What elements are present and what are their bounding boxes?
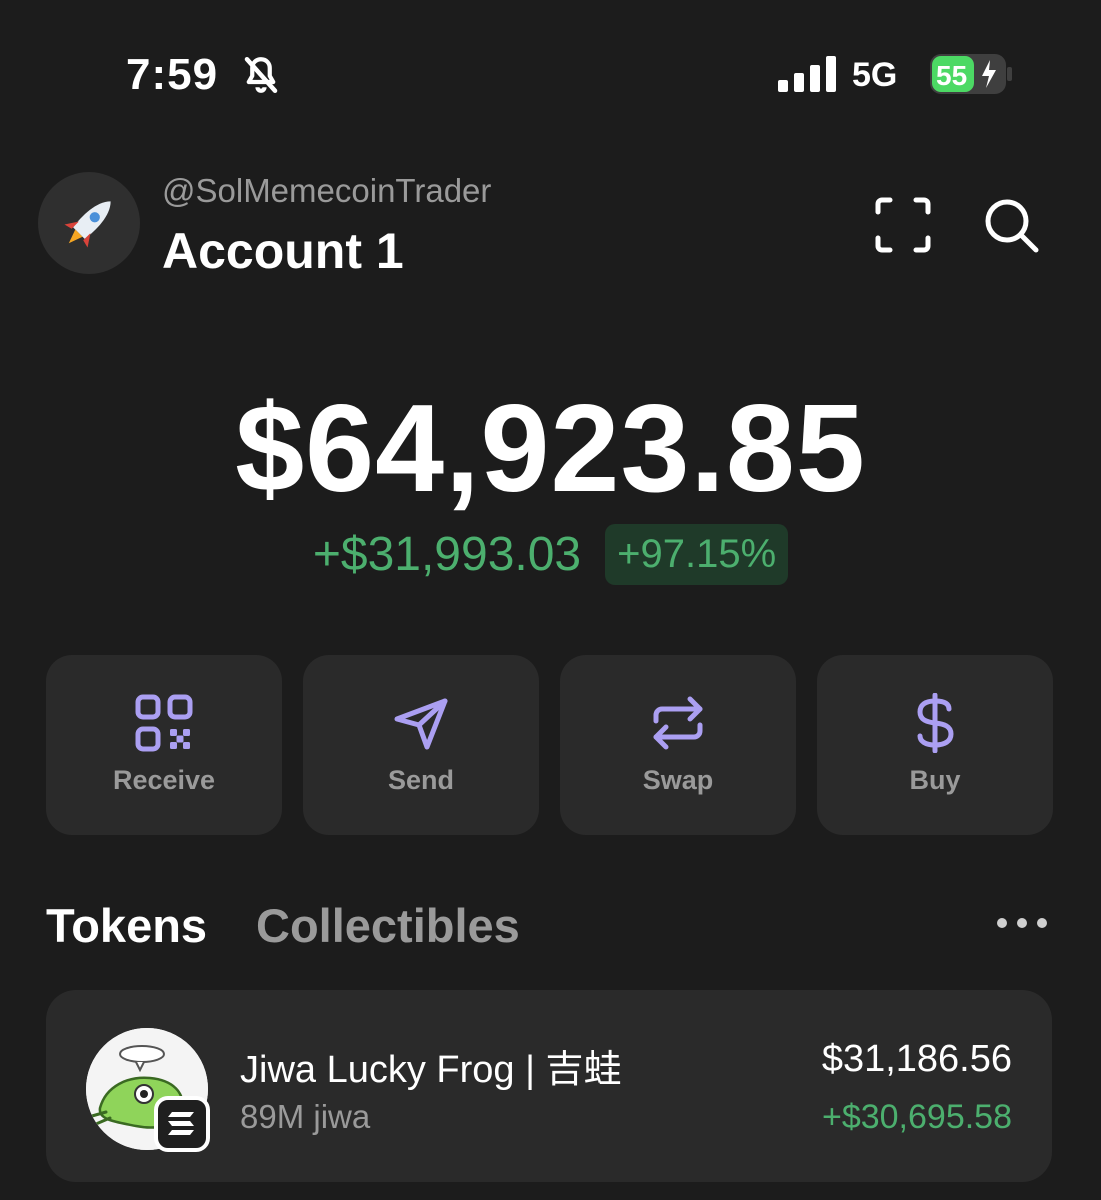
battery-charging-icon: 55 [930,54,1012,94]
send-label: Send [387,765,454,795]
wallet-screen: 7:59 5G 55 @SolMemecoinTrader Account 1 … [0,0,1101,1200]
send-icon [394,698,448,750]
account-handle[interactable]: @SolMemecoinTrader [162,172,491,210]
receive-label: Receive [112,765,216,795]
search-icon[interactable] [980,194,1042,256]
token-name: Jiwa Lucky Frog | 吉蛙 [240,1049,622,1091]
rocket-icon [64,201,111,248]
balance-change-amount: +$31,993.03 [312,528,582,581]
battery-level: 55 [936,60,967,91]
token-change: +$30,695.58 [821,1098,1012,1136]
account-name[interactable]: Account 1 [162,222,404,280]
more-options-icon[interactable] [994,908,1050,938]
token-quantity: 89M jiwa [240,1098,371,1135]
scan-icon[interactable] [872,194,934,256]
balance-change-row: +$31,993.03 +97.15% [0,524,1101,585]
qr-code-icon [135,694,193,752]
bell-slash-icon [244,56,278,94]
signal-icon [778,56,836,92]
token-value: $31,186.56 [821,1038,1012,1080]
dollar-icon [917,693,954,753]
token-row[interactable]: Jiwa Lucky Frog | 吉蛙 89M jiwa $31,186.56… [46,990,1052,1182]
swap-icon [653,696,703,750]
account-avatar[interactable] [38,172,140,274]
send-button[interactable]: Send [303,655,539,835]
tab-tokens[interactable]: Tokens [46,898,207,953]
total-balance: $64,923.85 [235,380,866,518]
receive-button[interactable]: Receive [46,655,282,835]
status-time: 7:59 [126,50,219,99]
tab-collectibles[interactable]: Collectibles [256,898,520,953]
buy-button[interactable]: Buy [817,655,1053,835]
buy-label: Buy [909,765,961,795]
network-type: 5G [852,56,898,94]
swap-label: Swap [642,765,714,795]
balance-change-percent-badge: +97.15% [605,524,789,585]
swap-button[interactable]: Swap [560,655,796,835]
solana-icon [154,1096,210,1152]
